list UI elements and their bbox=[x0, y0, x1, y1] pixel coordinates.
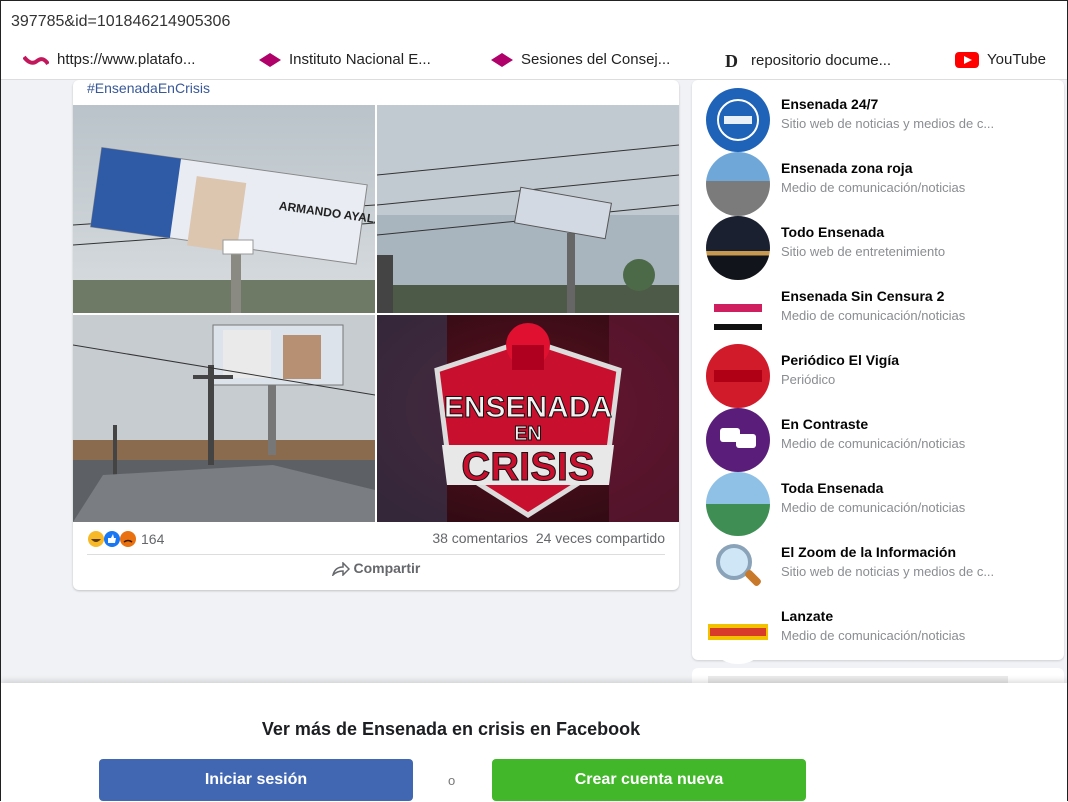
avatar bbox=[706, 600, 770, 664]
share-arrow-icon bbox=[331, 561, 350, 578]
photo-street[interactable] bbox=[73, 315, 375, 522]
related-page-el-zoom[interactable]: El Zoom de la Información Sitio web de n… bbox=[706, 536, 1056, 600]
post-hashtag[interactable]: #EnsenadaEnCrisis bbox=[87, 80, 210, 96]
related-page-ensenada-24-7[interactable]: Ensenada 24/7 Sitio web de noticias y me… bbox=[706, 88, 1056, 152]
page-name[interactable]: Ensenada zona roja bbox=[781, 160, 912, 176]
page-category: Medio de comunicación/noticias bbox=[781, 628, 966, 643]
page-name[interactable]: Toda Ensenada bbox=[781, 480, 883, 496]
bookmark-label: Instituto Nacional E... bbox=[289, 51, 431, 68]
diamond-icon bbox=[491, 52, 513, 67]
page-category: Periódico bbox=[781, 372, 836, 387]
share-button[interactable]: Compartir bbox=[73, 560, 679, 578]
bookmark-label: repositorio docume... bbox=[751, 51, 892, 69]
page-name[interactable]: Todo Ensenada bbox=[781, 224, 884, 240]
page-name[interactable]: Ensenada Sin Censura 2 bbox=[781, 288, 944, 304]
photo-crisis-logo[interactable]: ENSENADA EN CRISIS bbox=[377, 315, 679, 522]
related-page-en-contraste[interactable]: En Contraste Medio de comunicación/notic… bbox=[706, 408, 1056, 472]
login-prompt-overlay: Ver más de Ensenada en crisis en Faceboo… bbox=[1, 683, 1067, 802]
diamond-icon bbox=[259, 52, 281, 67]
bookmark-instituto[interactable]: Instituto Nacional E... bbox=[259, 51, 431, 68]
wave-icon bbox=[23, 55, 49, 65]
bookmark-label: YouTube bbox=[987, 51, 1046, 68]
related-pages-panel: Ensenada 24/7 Sitio web de noticias y me… bbox=[692, 80, 1064, 664]
page-category: Sitio web de noticias y medios de c... bbox=[781, 116, 995, 131]
youtube-icon bbox=[955, 51, 979, 68]
comments-count[interactable]: 38 comentarios bbox=[432, 530, 528, 546]
page-category: Sitio web de entretenimiento bbox=[781, 244, 946, 259]
svg-text:D: D bbox=[725, 51, 738, 69]
photo-billboard-1[interactable]: ARMANDO AYALA ROBLES bbox=[73, 105, 375, 313]
page-category: Sitio web de noticias y medios de c... bbox=[781, 564, 995, 579]
post-card: #EnsenadaEnCrisis ARMANDO AYALA ROBLES bbox=[73, 80, 679, 590]
related-page-zona-roja[interactable]: Ensenada zona roja Medio de comunicación… bbox=[706, 152, 1056, 216]
bookmark-label: https://www.platafo... bbox=[57, 51, 196, 68]
d-logo-icon: D bbox=[725, 51, 738, 69]
url-text[interactable]: 397785&id=101846214905306 bbox=[11, 13, 230, 31]
avatar bbox=[706, 408, 770, 472]
bookmark-youtube[interactable]: YouTube bbox=[955, 51, 1046, 68]
reaction-count: 164 bbox=[141, 531, 165, 547]
reaction-bar: 164 38 comentarios 24 veces compartido bbox=[87, 528, 665, 555]
page-name[interactable]: El Zoom de la Información bbox=[781, 544, 956, 560]
login-prompt-title: Ver más de Ensenada en crisis en Faceboo… bbox=[261, 719, 641, 739]
bookmark-plataforma[interactable]: https://www.platafo... bbox=[23, 51, 195, 68]
page-name[interactable]: En Contraste bbox=[781, 416, 868, 432]
page-name[interactable]: Ensenada 24/7 bbox=[781, 96, 878, 112]
bookmark-label: Sesiones del Consej... bbox=[521, 51, 671, 68]
logo-word-crisis: CRISIS bbox=[461, 445, 594, 489]
bookmarks-bar: https://www.platafo... Instituto Naciona… bbox=[1, 41, 1067, 80]
or-separator: o bbox=[448, 773, 456, 788]
related-page-toda-ensenada[interactable]: Toda Ensenada Medio de comunicación/noti… bbox=[706, 472, 1056, 536]
bookmark-sesiones[interactable]: Sesiones del Consej... bbox=[491, 51, 670, 68]
create-account-button[interactable]: Crear cuenta nueva bbox=[492, 759, 806, 801]
logo-word-en: EN bbox=[514, 423, 542, 445]
page-name[interactable]: Periódico El Vigía bbox=[781, 352, 899, 368]
engagement-stats: 38 comentarios 24 veces compartido bbox=[432, 530, 665, 546]
page-category: Medio de comunicación/noticias bbox=[781, 500, 966, 515]
page-category: Medio de comunicación/noticias bbox=[781, 308, 966, 323]
avatar bbox=[706, 344, 770, 408]
page-category: Medio de comunicación/noticias bbox=[781, 180, 966, 195]
bookmark-repositorio[interactable]: D repositorio docume... bbox=[723, 51, 891, 69]
avatar bbox=[706, 152, 770, 216]
address-bar[interactable]: 397785&id=101846214905306 bbox=[1, 1, 1067, 41]
page-name[interactable]: Lanzate bbox=[781, 608, 833, 624]
avatar bbox=[706, 216, 770, 280]
shares-count[interactable]: 24 veces compartido bbox=[536, 530, 665, 546]
avatar bbox=[706, 88, 770, 152]
avatar bbox=[706, 280, 770, 344]
post-photo-grid[interactable]: ARMANDO AYALA ROBLES bbox=[73, 105, 679, 522]
related-page-sin-censura[interactable]: Ensenada Sin Censura 2 Medio de comunica… bbox=[706, 280, 1056, 344]
logo-word-ensenada: ENSENADA bbox=[444, 391, 612, 424]
page-category: Medio de comunicación/noticias bbox=[781, 436, 966, 451]
avatar bbox=[706, 472, 770, 536]
photo-billboard-2[interactable] bbox=[377, 105, 679, 313]
login-button[interactable]: Iniciar sesión bbox=[99, 759, 413, 801]
reactions-summary[interactable]: 164 bbox=[87, 530, 164, 548]
related-page-todo-ensenada[interactable]: Todo Ensenada Sitio web de entretenimien… bbox=[706, 216, 1056, 280]
magnifier-icon bbox=[706, 536, 770, 600]
related-page-lanzate[interactable]: Lanzate Medio de comunicación/noticias bbox=[706, 600, 1056, 664]
angry-reaction-icon bbox=[120, 531, 136, 547]
share-label: Compartir bbox=[353, 560, 421, 576]
related-page-el-vigia[interactable]: Periódico El Vigía Periódico bbox=[706, 344, 1056, 408]
